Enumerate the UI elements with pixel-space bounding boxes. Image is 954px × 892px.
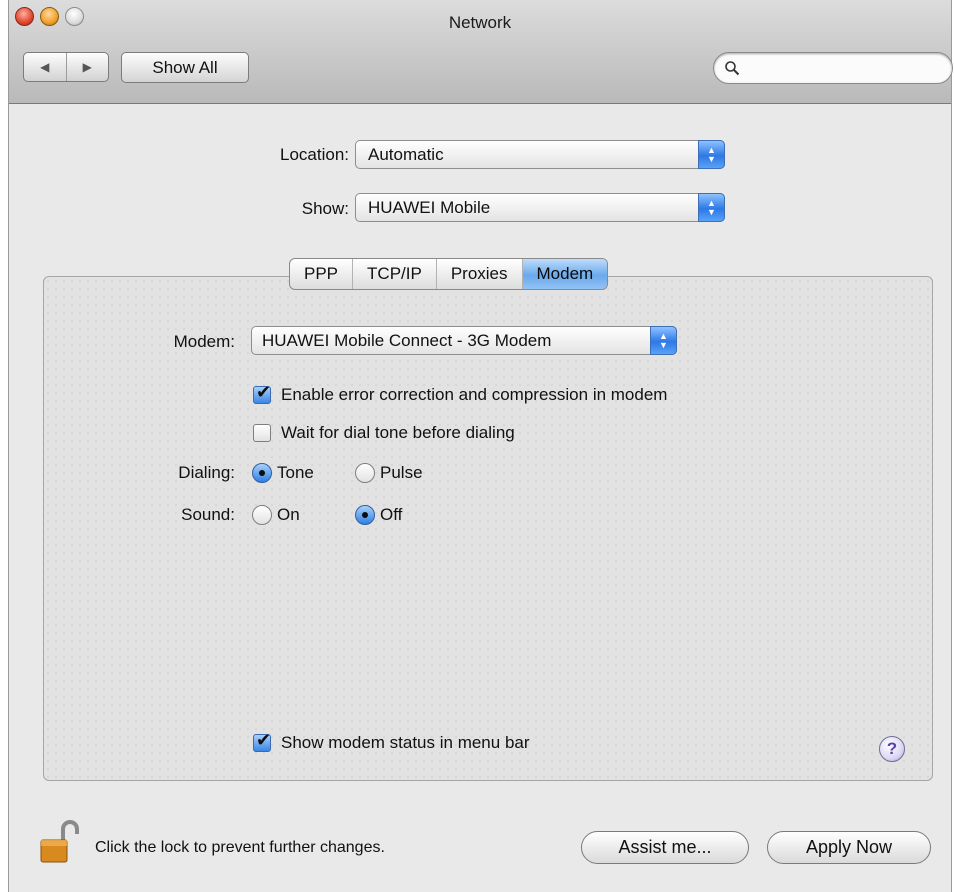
help-button[interactable]: ? (879, 736, 905, 762)
lock-status-text: Click the lock to prevent further change… (95, 839, 385, 856)
dialing-pulse-radio[interactable] (355, 463, 375, 483)
sound-label: Sound: (181, 505, 235, 524)
sound-on-radio[interactable] (252, 505, 272, 525)
window-title: Network (448, 13, 512, 32)
show-popup[interactable]: HUAWEI Mobile ▲ ▼ (355, 193, 725, 222)
sound-off-radio[interactable] (355, 505, 375, 525)
show-modem-status-checkbox[interactable] (253, 730, 271, 752)
show-value: HUAWEI Mobile (368, 197, 491, 217)
tab-modem[interactable]: Modem (522, 259, 608, 289)
magnifier-icon (725, 61, 740, 76)
dialing-label: Dialing: (178, 463, 235, 482)
question-mark-icon: ? (886, 739, 898, 758)
back-button[interactable]: ◀ (24, 53, 67, 81)
location-popup[interactable]: Automatic ▲ ▼ (355, 140, 725, 169)
show-modem-status-label: Show modem status in menu bar (281, 733, 530, 752)
back-arrow-icon: ◀ (40, 60, 50, 74)
sound-on-label: On (277, 505, 300, 524)
unlocked-lock-icon[interactable] (39, 818, 79, 869)
tab-tcp-ip[interactable]: TCP/IP (353, 259, 437, 289)
dialing-pulse-label: Pulse (380, 463, 423, 482)
modem-label: Modem: (173, 332, 235, 351)
toolbar: Network ◀ ▶ Show All (9, 0, 953, 104)
location-label: Location: (280, 145, 349, 164)
dialing-tone-label: Tone (277, 463, 314, 482)
apply-now-button[interactable]: Apply Now (767, 831, 931, 864)
network-preferences-window: Network ◀ ▶ Show All Location: Automatic… (8, 0, 953, 892)
show-all-button[interactable]: Show All (121, 52, 249, 83)
popup-arrows-icon: ▲ ▼ (650, 326, 677, 355)
dialing-tone-radio[interactable] (252, 463, 272, 483)
forward-arrow-icon: ▶ (82, 60, 92, 74)
modem-value: HUAWEI Mobile Connect - 3G Modem (262, 330, 552, 350)
popup-arrows-icon: ▲ ▼ (698, 140, 725, 169)
tab-proxies[interactable]: Proxies (437, 259, 523, 289)
tab-ppp[interactable]: PPP (290, 259, 354, 289)
forward-button[interactable]: ▶ (67, 53, 109, 81)
modem-popup[interactable]: HUAWEI Mobile Connect - 3G Modem ▲ ▼ (251, 326, 677, 355)
sound-off-label: Off (380, 505, 403, 524)
assist-me-button[interactable]: Assist me... (581, 831, 749, 864)
wait-dial-tone-label: Wait for dial tone before dialing (281, 423, 515, 442)
search-field[interactable] (713, 52, 953, 84)
wait-dial-tone-checkbox[interactable] (253, 424, 271, 442)
show-label: Show: (301, 199, 349, 218)
back-forward-control: ◀ ▶ (23, 52, 109, 82)
popup-arrows-icon: ▲ ▼ (698, 193, 725, 222)
tab-bar: PPP TCP/IP Proxies Modem (289, 258, 609, 290)
location-value: Automatic (368, 144, 444, 164)
error-correction-label: Enable error correction and compression … (281, 385, 668, 404)
error-correction-checkbox[interactable] (253, 382, 271, 404)
